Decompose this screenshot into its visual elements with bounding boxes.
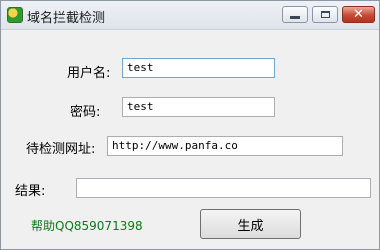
close-button[interactable]: ✕ bbox=[342, 6, 375, 23]
minimize-button[interactable] bbox=[282, 6, 308, 23]
username-label: 用户名: bbox=[67, 66, 111, 81]
result-field[interactable] bbox=[76, 178, 371, 198]
help-qq-text: 帮助QQ859071398 bbox=[31, 219, 143, 233]
minimize-icon bbox=[290, 16, 300, 19]
app-logo-icon bbox=[7, 7, 23, 23]
maximize-icon bbox=[320, 11, 330, 18]
title-bar[interactable]: 域名拦截检测 ✕ bbox=[1, 1, 379, 30]
generate-button[interactable]: 生成 bbox=[200, 209, 301, 239]
password-input[interactable]: test bbox=[122, 97, 275, 117]
result-label: 结果: bbox=[15, 184, 46, 199]
username-input[interactable]: test bbox=[122, 58, 275, 78]
password-label: 密码: bbox=[70, 105, 101, 120]
close-icon: ✕ bbox=[353, 7, 364, 22]
maximize-button[interactable] bbox=[312, 6, 338, 23]
app-window: 域名拦截检测 ✕ 用户名: test 密码: test 待检测网址: http:… bbox=[0, 0, 380, 250]
window-title: 域名拦截检测 bbox=[27, 11, 106, 26]
url-label: 待检测网址: bbox=[26, 142, 96, 157]
url-input[interactable]: http://www.panfa.co bbox=[107, 136, 343, 156]
